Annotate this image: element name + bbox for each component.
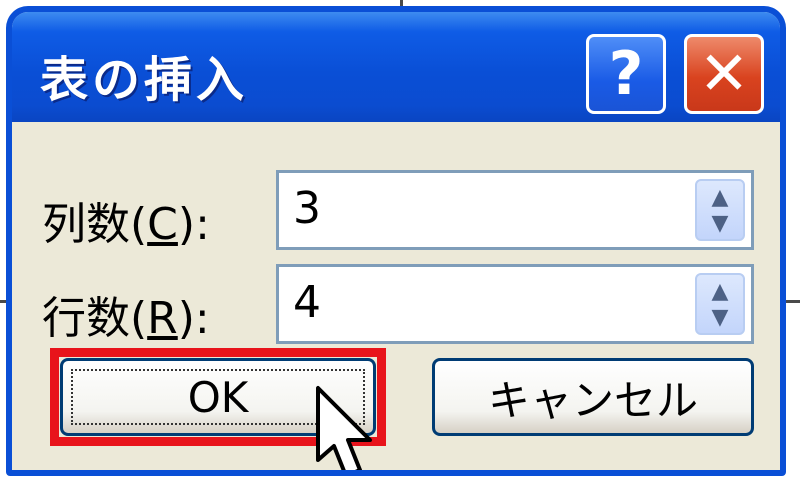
columns-spin-buttons[interactable]: ▲ ▼ — [695, 179, 745, 241]
columns-spinner[interactable]: 3 ▲ ▼ — [276, 170, 754, 250]
rows-label-suffix: ): — [177, 293, 210, 344]
background-line — [786, 300, 800, 303]
spin-down-icon[interactable]: ▼ — [697, 305, 743, 331]
rows-spin-buttons[interactable]: ▲ ▼ — [695, 273, 745, 335]
spin-down-icon[interactable]: ▼ — [697, 211, 743, 237]
close-button[interactable]: ✕ — [684, 34, 764, 114]
spin-up-icon[interactable]: ▲ — [697, 185, 743, 211]
rows-label-prefix: 行数( — [42, 293, 148, 344]
close-icon: ✕ — [698, 39, 750, 109]
cancel-button-label: キャンセル — [487, 375, 698, 425]
title-bar[interactable]: 表の挿入 ? ✕ — [12, 12, 780, 122]
rows-input[interactable]: 4 — [293, 277, 321, 328]
mouse-cursor-icon — [316, 386, 372, 470]
cancel-button[interactable]: キャンセル — [432, 358, 754, 436]
rows-mnemonic: R — [147, 293, 178, 344]
columns-label-prefix: 列数( — [42, 199, 148, 250]
insert-table-dialog: 表の挿入 ? ✕ 列数(C): 3 ▲ ▼ 行数(R): 4 ▲ ▼ OK キャ… — [6, 6, 786, 476]
spin-up-icon[interactable]: ▲ — [697, 279, 743, 305]
columns-label: 列数(C): — [42, 188, 210, 252]
dialog-title: 表の挿入 — [40, 52, 249, 108]
rows-spinner[interactable]: 4 ▲ ▼ — [276, 264, 754, 344]
columns-mnemonic: C — [147, 199, 178, 250]
columns-label-suffix: ): — [177, 199, 210, 250]
rows-label: 行数(R): — [42, 282, 210, 346]
help-icon: ? — [608, 39, 644, 109]
help-button[interactable]: ? — [586, 34, 666, 114]
columns-input[interactable]: 3 — [293, 183, 321, 234]
